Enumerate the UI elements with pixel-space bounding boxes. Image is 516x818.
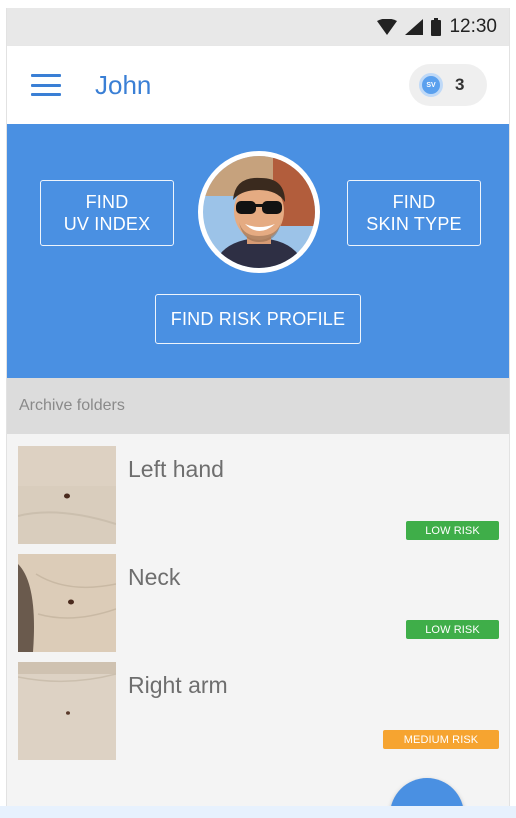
archive-header-label: Archive folders <box>19 397 125 414</box>
find-uv-index-button[interactable]: FIND UV INDEX <box>40 180 174 246</box>
app-bar: John SV 3 <box>7 46 509 124</box>
risk-badge: LOW RISK <box>406 521 499 540</box>
find-skin-type-label-line1: FIND <box>392 192 436 212</box>
signal-icon <box>405 19 424 35</box>
user-name-title: John <box>95 69 152 100</box>
battery-icon <box>431 18 442 36</box>
coin-balance-button[interactable]: SV 3 <box>409 64 487 106</box>
list-item-neck[interactable]: Neck LOW RISK <box>7 542 509 652</box>
profile-avatar[interactable] <box>198 151 320 273</box>
folder-thumbnail <box>18 554 116 652</box>
find-risk-profile-button[interactable]: FIND RISK PROFILE <box>155 294 361 344</box>
folder-title: Neck <box>128 564 181 590</box>
profile-photo <box>203 156 315 268</box>
hero-panel: FIND UV INDEX FIND SKIN TYPE FIND RISK P… <box>7 124 509 378</box>
phone-screen: 12:30 John SV 3 FIND UV INDEX FIND SKIN … <box>6 8 510 808</box>
status-bar: 12:30 <box>7 8 509 46</box>
risk-badge: LOW RISK <box>406 620 499 639</box>
bottom-edge-strip <box>0 806 516 818</box>
find-skin-type-button[interactable]: FIND SKIN TYPE <box>347 180 481 246</box>
list-item-left-hand[interactable]: Left hand LOW RISK <box>7 434 509 544</box>
archive-section-header: Archive folders <box>7 378 509 434</box>
coin-icon: SV <box>419 73 443 97</box>
folder-thumbnail <box>18 446 116 544</box>
archive-folder-list: Left hand LOW RISK Neck LOW RISK Right a… <box>7 434 509 760</box>
hamburger-menu-icon[interactable] <box>31 74 61 96</box>
coin-count: 3 <box>455 75 465 94</box>
wifi-icon <box>377 19 398 35</box>
find-uv-index-label-line1: FIND <box>85 192 129 212</box>
risk-badge: MEDIUM RISK <box>383 730 499 749</box>
folder-thumbnail <box>18 662 116 760</box>
list-item-right-arm[interactable]: Right arm MEDIUM RISK <box>7 650 509 760</box>
status-time: 12:30 <box>449 16 497 37</box>
find-uv-index-label-line2: UV INDEX <box>63 214 151 234</box>
find-skin-type-label-line2: SKIN TYPE <box>366 214 462 234</box>
folder-title: Left hand <box>128 456 224 482</box>
folder-title: Right arm <box>128 672 228 698</box>
find-risk-profile-label: FIND RISK PROFILE <box>170 309 346 329</box>
